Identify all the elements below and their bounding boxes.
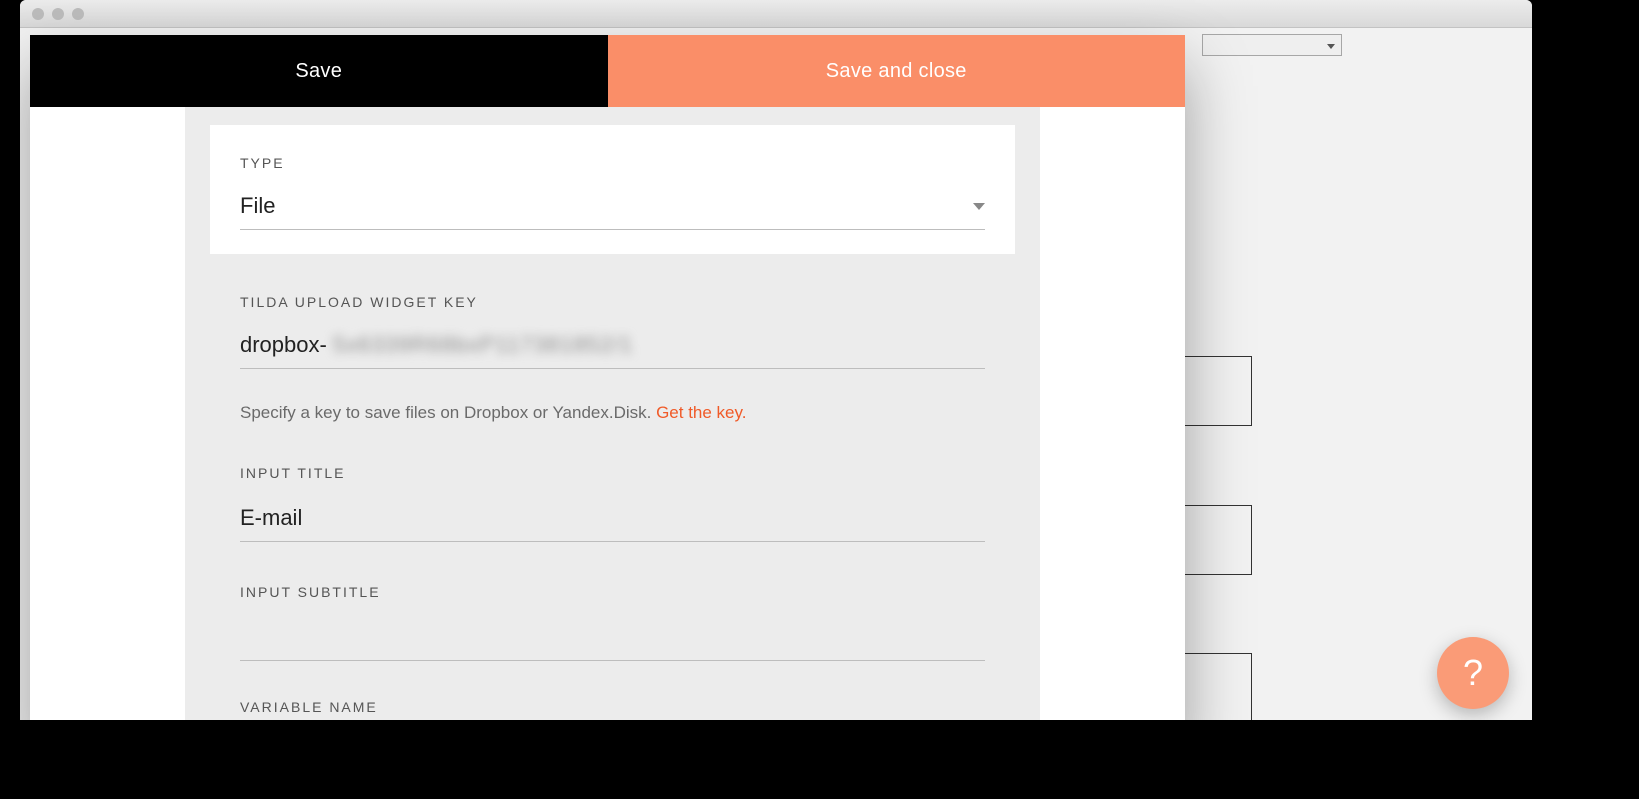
input-subtitle-field: INPUT SUBTITLE — [210, 584, 1015, 661]
type-card: TYPE File — [210, 125, 1015, 254]
input-title-label: INPUT TITLE — [240, 465, 985, 481]
save-and-close-button[interactable]: Save and close — [608, 35, 1186, 107]
input-title-input[interactable] — [240, 503, 985, 542]
variable-name-label: VARIABLE NAME — [240, 699, 985, 715]
question-mark-icon: ? — [1463, 652, 1483, 694]
upload-key-prefix: dropbox- — [240, 332, 327, 358]
type-value: File — [240, 193, 275, 219]
upload-key-helper-text: Specify a key to save files on Dropbox o… — [240, 403, 656, 422]
chevron-down-icon — [973, 203, 985, 210]
upload-key-field: TILDA UPLOAD WIDGET KEY dropbox- 5x6339R… — [210, 294, 1015, 423]
window-body: Save Save and close TYPE File — [20, 28, 1532, 720]
background-select[interactable] — [1202, 34, 1342, 56]
get-the-key-link[interactable]: Get the key. — [656, 403, 746, 422]
upload-key-label: TILDA UPLOAD WIDGET KEY — [240, 294, 985, 310]
upload-key-helper: Specify a key to save files on Dropbox o… — [240, 403, 985, 423]
editor-panel: Save Save and close TYPE File — [30, 35, 1185, 720]
form-area: TYPE File TILDA UPLOAD WIDGET KEY dropbo… — [185, 107, 1040, 720]
traffic-light-minimize-icon[interactable] — [52, 8, 64, 20]
variable-name-field: VARIABLE NAME — [210, 699, 1015, 715]
upload-key-masked: 5x6339R68bxP117381852/1 — [333, 332, 633, 358]
input-title-field: INPUT TITLE — [210, 465, 1015, 542]
app-window: Save Save and close TYPE File — [20, 0, 1532, 720]
type-dropdown[interactable]: File — [240, 193, 985, 230]
save-button[interactable]: Save — [30, 35, 608, 107]
input-subtitle-label: INPUT SUBTITLE — [240, 584, 985, 600]
type-label: TYPE — [240, 155, 985, 171]
traffic-light-zoom-icon[interactable] — [72, 8, 84, 20]
panel-header: Save Save and close — [30, 35, 1185, 107]
traffic-light-close-icon[interactable] — [32, 8, 44, 20]
upload-key-input[interactable]: dropbox- 5x6339R68bxP117381852/1 — [240, 332, 985, 369]
titlebar — [20, 0, 1532, 28]
input-subtitle-input[interactable] — [240, 622, 985, 661]
right-gutter — [1040, 107, 1185, 720]
panel-body: TYPE File TILDA UPLOAD WIDGET KEY dropbo… — [30, 107, 1185, 720]
help-button[interactable]: ? — [1437, 637, 1509, 709]
left-gutter — [30, 107, 185, 720]
